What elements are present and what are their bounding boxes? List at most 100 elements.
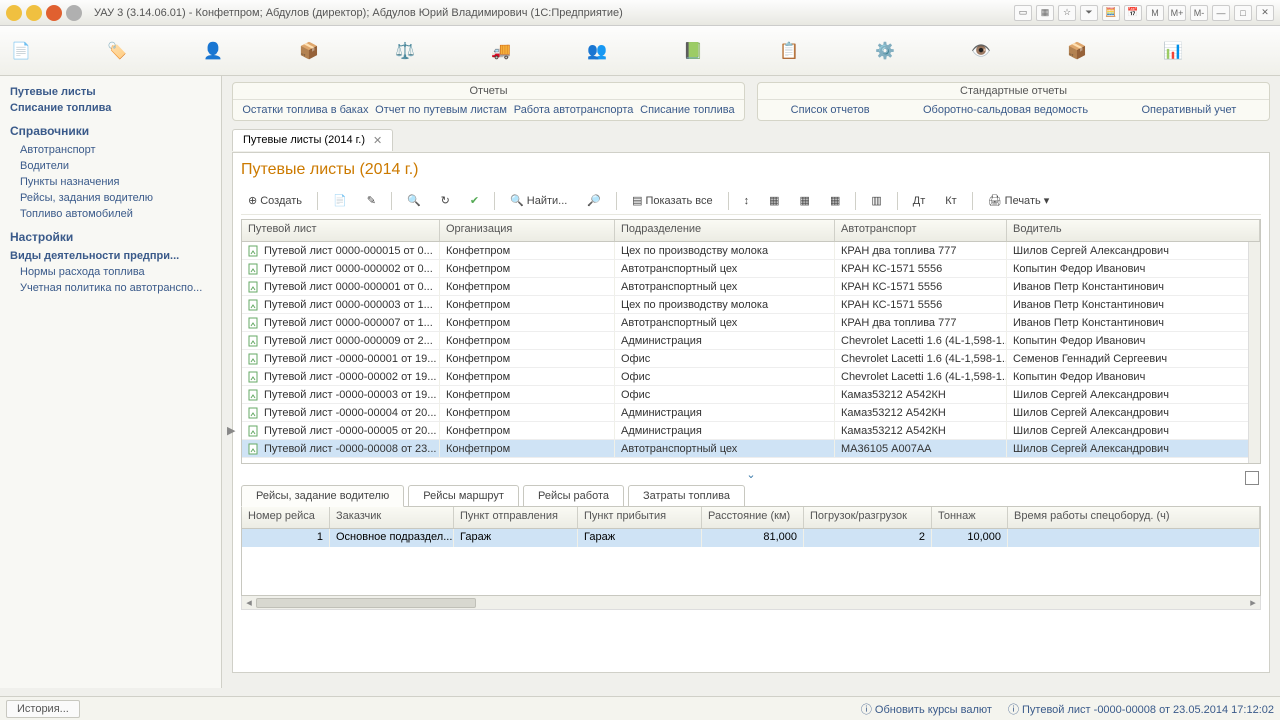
sidebar-item[interactable]: Топливо автомобилей <box>10 206 211 222</box>
table-row[interactable]: Путевой лист -0000-00003 от 19...Конфетп… <box>242 386 1260 404</box>
section-icon[interactable]: ⚙️ <box>874 40 896 62</box>
maximize-panel-icon[interactable] <box>1245 471 1259 485</box>
scroll-thumb[interactable] <box>256 598 476 608</box>
section-icon[interactable]: 🏷️ <box>106 40 128 62</box>
report-link[interactable]: Оборотно-сальдовая ведомость <box>923 104 1088 116</box>
section-icon[interactable]: 📦 <box>1066 40 1088 62</box>
col-header[interactable]: Водитель <box>1007 220 1260 241</box>
report-link[interactable]: Оперативный учет <box>1141 104 1236 116</box>
detail-row[interactable]: 1 Основное подраздел... Гараж Гараж 81,0… <box>242 529 1260 547</box>
tool-button[interactable]: ▦ <box>823 191 847 210</box>
calendar-icon[interactable]: 📅 <box>1124 5 1142 21</box>
tool-button[interactable]: ▥ <box>864 191 888 210</box>
table-row[interactable]: Путевой лист 0000-000015 от 0...Конфетпр… <box>242 242 1260 260</box>
detail-tab[interactable]: Рейсы работа <box>523 485 624 507</box>
search-button[interactable]: 🔍 <box>400 191 428 210</box>
maximize-icon[interactable]: □ <box>1234 5 1252 21</box>
expand-icon[interactable]: ▶ <box>227 424 235 437</box>
tool-button[interactable]: Кт <box>938 192 963 210</box>
scroll-right-icon[interactable]: ▸ <box>1246 596 1260 609</box>
table-row[interactable]: Путевой лист -0000-00008 от 23...Конфетп… <box>242 440 1260 458</box>
section-icon[interactable]: 📄 <box>10 40 32 62</box>
section-icon[interactable]: 👁️ <box>970 40 992 62</box>
col-header[interactable]: Расстояние (км) <box>702 507 804 528</box>
calc-icon[interactable]: 🧮 <box>1102 5 1120 21</box>
col-header[interactable]: Пункт отправления <box>454 507 578 528</box>
col-header[interactable]: Номер рейса <box>242 507 330 528</box>
history-button[interactable]: История... <box>6 700 80 718</box>
mminus-icon[interactable]: M- <box>1190 5 1208 21</box>
detail-tab[interactable]: Рейсы маршрут <box>408 485 519 507</box>
report-link[interactable]: Работа автотранспорта <box>514 104 634 116</box>
menu-icon[interactable] <box>66 5 82 21</box>
detail-tab[interactable]: Рейсы, задание водителю <box>241 485 404 507</box>
minimize-icon[interactable]: — <box>1212 5 1230 21</box>
section-icon[interactable]: 🚚 <box>490 40 512 62</box>
col-header[interactable]: Путевой лист <box>242 220 440 241</box>
table-row[interactable]: Путевой лист 0000-000009 от 2...Конфетпр… <box>242 332 1260 350</box>
table-row[interactable]: Путевой лист 0000-000007 от 1...Конфетпр… <box>242 314 1260 332</box>
find-button[interactable]: 🔍Найти... <box>503 191 574 210</box>
table-row[interactable]: Путевой лист 0000-000002 от 0...Конфетпр… <box>242 260 1260 278</box>
main-grid[interactable]: Путевой лист Организация Подразделение А… <box>241 219 1261 464</box>
h-scrollbar[interactable]: ◂ ▸ <box>241 596 1261 610</box>
col-header[interactable]: Организация <box>440 220 615 241</box>
close-icon[interactable]: ✕ <box>1256 5 1274 21</box>
fav-icon[interactable] <box>46 5 62 21</box>
col-header[interactable]: Время работы спецоборуд. (ч) <box>1008 507 1260 528</box>
sidebar-item[interactable]: Рейсы, задания водителю <box>10 190 211 206</box>
table-row[interactable]: Путевой лист -0000-00005 от 20...Конфетп… <box>242 422 1260 440</box>
sidebar-item[interactable]: Нормы расхода топлива <box>10 264 211 280</box>
section-icon[interactable]: 📋 <box>778 40 800 62</box>
print-button[interactable]: 🖨Печать ▾ <box>981 191 1057 210</box>
mplus-icon[interactable]: M+ <box>1168 5 1186 21</box>
sidebar-item[interactable]: Водители <box>10 158 211 174</box>
sidebar-item[interactable]: Учетная политика по автотранспо... <box>10 280 211 296</box>
scroll-left-icon[interactable]: ◂ <box>242 596 256 609</box>
show-all-button[interactable]: ▤Показать все <box>625 191 720 210</box>
status-link[interactable]: ⓘ Путевой лист -0000-00008 от 23.05.2014… <box>1008 701 1274 717</box>
detail-tab[interactable]: Затраты топлива <box>628 485 745 507</box>
copy-button[interactable]: 📄 <box>326 191 354 210</box>
col-header[interactable]: Погрузок/разгрузок <box>804 507 932 528</box>
m-icon[interactable]: M <box>1146 5 1164 21</box>
create-button[interactable]: ⊕Создать <box>241 191 309 210</box>
detail-grid[interactable]: Номер рейса Заказчик Пункт отправления П… <box>241 506 1261 596</box>
sidebar-item[interactable]: Автотранспорт <box>10 142 211 158</box>
sort-button[interactable]: ↕ <box>737 192 757 210</box>
sidebar-item[interactable]: Виды деятельности предпри... <box>10 248 211 264</box>
section-icon[interactable]: 📗 <box>682 40 704 62</box>
table-row[interactable]: Путевой лист -0000-00001 от 19...Конфетп… <box>242 350 1260 368</box>
report-link[interactable]: Список отчетов <box>791 104 870 116</box>
nav-fwd-icon[interactable] <box>26 5 42 21</box>
close-tab-icon[interactable]: ✕ <box>373 134 382 147</box>
section-icon[interactable]: 📊 <box>1162 40 1184 62</box>
section-icon[interactable]: 📦 <box>298 40 320 62</box>
tab[interactable]: Путевые листы (2014 г.) ✕ <box>232 129 393 151</box>
col-header[interactable]: Пункт прибытия <box>578 507 702 528</box>
splitter-icon[interactable]: ⌄ <box>241 468 1261 481</box>
edit-button[interactable]: ✎ <box>360 191 383 210</box>
tool-icon[interactable]: ☆ <box>1058 5 1076 21</box>
section-icon[interactable]: 👤 <box>202 40 224 62</box>
report-link[interactable]: Списание топлива <box>640 104 734 116</box>
post-button[interactable]: ✔ <box>463 191 486 210</box>
refresh-button[interactable]: ↻ <box>434 191 457 210</box>
table-row[interactable]: Путевой лист -0000-00004 от 20...Конфетп… <box>242 404 1260 422</box>
section-icon[interactable]: 👥 <box>586 40 608 62</box>
section-icon[interactable]: ⚖️ <box>394 40 416 62</box>
status-link[interactable]: ⓘ Обновить курсы валют <box>861 701 992 717</box>
tool-icon[interactable]: ▭ <box>1014 5 1032 21</box>
col-header[interactable]: Заказчик <box>330 507 454 528</box>
report-link[interactable]: Отчет по путевым листам <box>375 104 507 116</box>
sidebar-item[interactable]: Путевые листы <box>10 84 211 100</box>
table-row[interactable]: Путевой лист 0000-000001 от 0...Конфетпр… <box>242 278 1260 296</box>
tool-icon[interactable]: ▦ <box>1036 5 1054 21</box>
nav-back-icon[interactable] <box>6 5 22 21</box>
sidebar-item[interactable]: Пункты назначения <box>10 174 211 190</box>
tool-button[interactable]: ▦ <box>793 191 817 210</box>
clear-find-button[interactable]: 🔎 <box>580 191 608 210</box>
col-header[interactable]: Автотранспорт <box>835 220 1007 241</box>
table-row[interactable]: Путевой лист 0000-000003 от 1...Конфетпр… <box>242 296 1260 314</box>
col-header[interactable]: Подразделение <box>615 220 835 241</box>
